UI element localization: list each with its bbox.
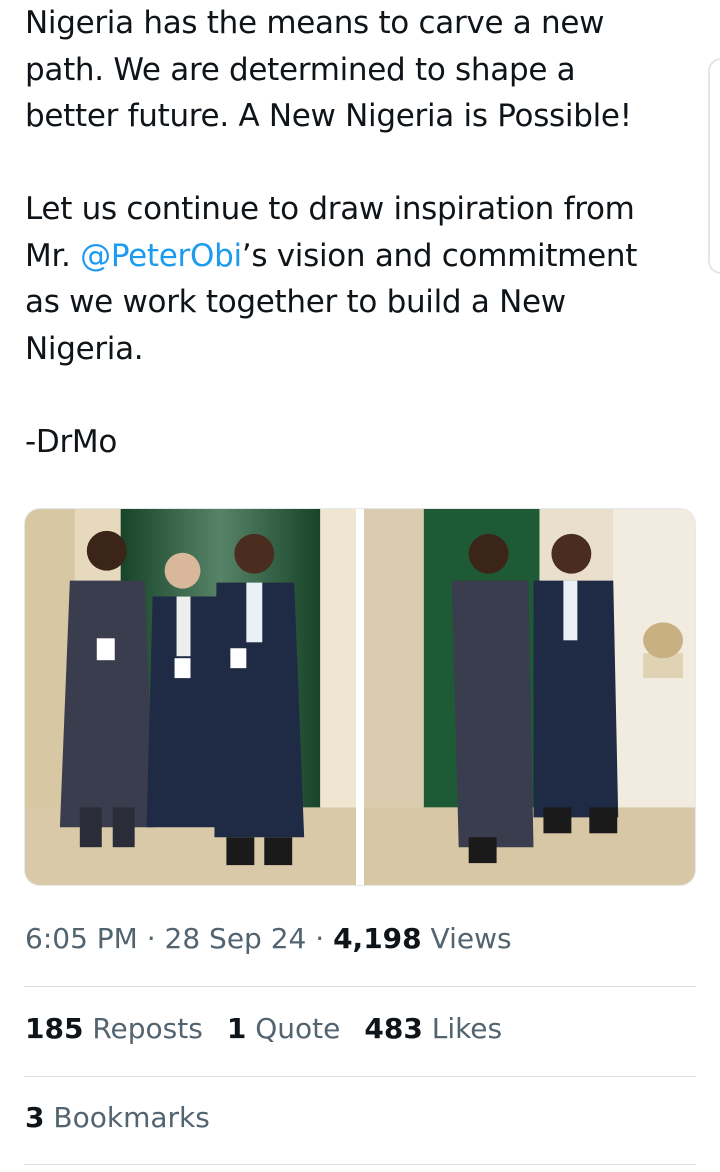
photo-group-image <box>25 509 356 885</box>
bookmarks-count: 3 <box>25 1101 45 1134</box>
tweet-photo-2[interactable] <box>364 509 695 885</box>
quotes-stat[interactable]: 1 Quote <box>227 1012 341 1045</box>
likes-count: 483 <box>364 1012 423 1045</box>
tweet-detail: Nigeria has the means to carve a new pat… <box>0 0 720 1172</box>
tweet-line: better future. A New Nigeria is Possible… <box>25 98 632 134</box>
bookmarks-stat[interactable]: 3 Bookmarks <box>25 1101 210 1134</box>
tweet-line: Mr. @PeterObi’s vision and commitment <box>25 233 695 280</box>
tweet-line: path. We are determined to shape a <box>25 51 576 88</box>
divider <box>24 986 696 987</box>
views-label: Views <box>421 922 512 955</box>
views-count: 4,198 <box>333 922 422 955</box>
tweet-meta: 6:05 PM · 28 Sep 24 · 4,198 Views <box>25 922 512 955</box>
tweet-photo-1[interactable] <box>25 509 356 885</box>
quotes-count: 1 <box>226 1012 247 1045</box>
tweet-time[interactable]: 6:05 PM <box>25 922 138 955</box>
engagement-stats: 185 Reposts 1 Quote 483 Likes <box>25 1012 502 1045</box>
quotes-label: Quote <box>246 1012 341 1045</box>
reposts-count: 185 <box>25 1012 84 1045</box>
meta-separator: · <box>137 922 165 955</box>
tweet-signature: -DrMo <box>25 423 118 460</box>
divider <box>24 1164 696 1165</box>
bookmarks-label: Bookmarks <box>44 1101 210 1134</box>
tweet-line: as we work together to build a New <box>25 284 566 320</box>
tweet-body: Nigeria has the means to carve a new pat… <box>25 0 695 465</box>
tweet-line: Let us continue to draw inspiration from <box>25 191 635 227</box>
tweet-text-fragment: ’s vision and commitment <box>241 237 638 274</box>
tweet-line: Nigeria. <box>25 330 144 367</box>
reposts-label: Reposts <box>83 1012 203 1045</box>
divider <box>24 1076 696 1077</box>
tweet-text-fragment: Mr. <box>25 237 81 274</box>
reposts-stat[interactable]: 185 Reposts <box>25 1012 203 1045</box>
tweet-date[interactable]: 28 Sep 24 <box>165 922 307 955</box>
photo-conversation-image <box>364 509 695 885</box>
mention-link[interactable]: @PeterObi <box>80 238 242 274</box>
media-grid <box>24 508 696 886</box>
likes-stat[interactable]: 483 Likes <box>364 1012 502 1045</box>
side-scroll-handle[interactable] <box>708 58 720 274</box>
tweet-line: Nigeria has the means to carve a new <box>25 5 605 41</box>
likes-label: Likes <box>422 1012 503 1045</box>
meta-separator: · <box>306 922 334 955</box>
